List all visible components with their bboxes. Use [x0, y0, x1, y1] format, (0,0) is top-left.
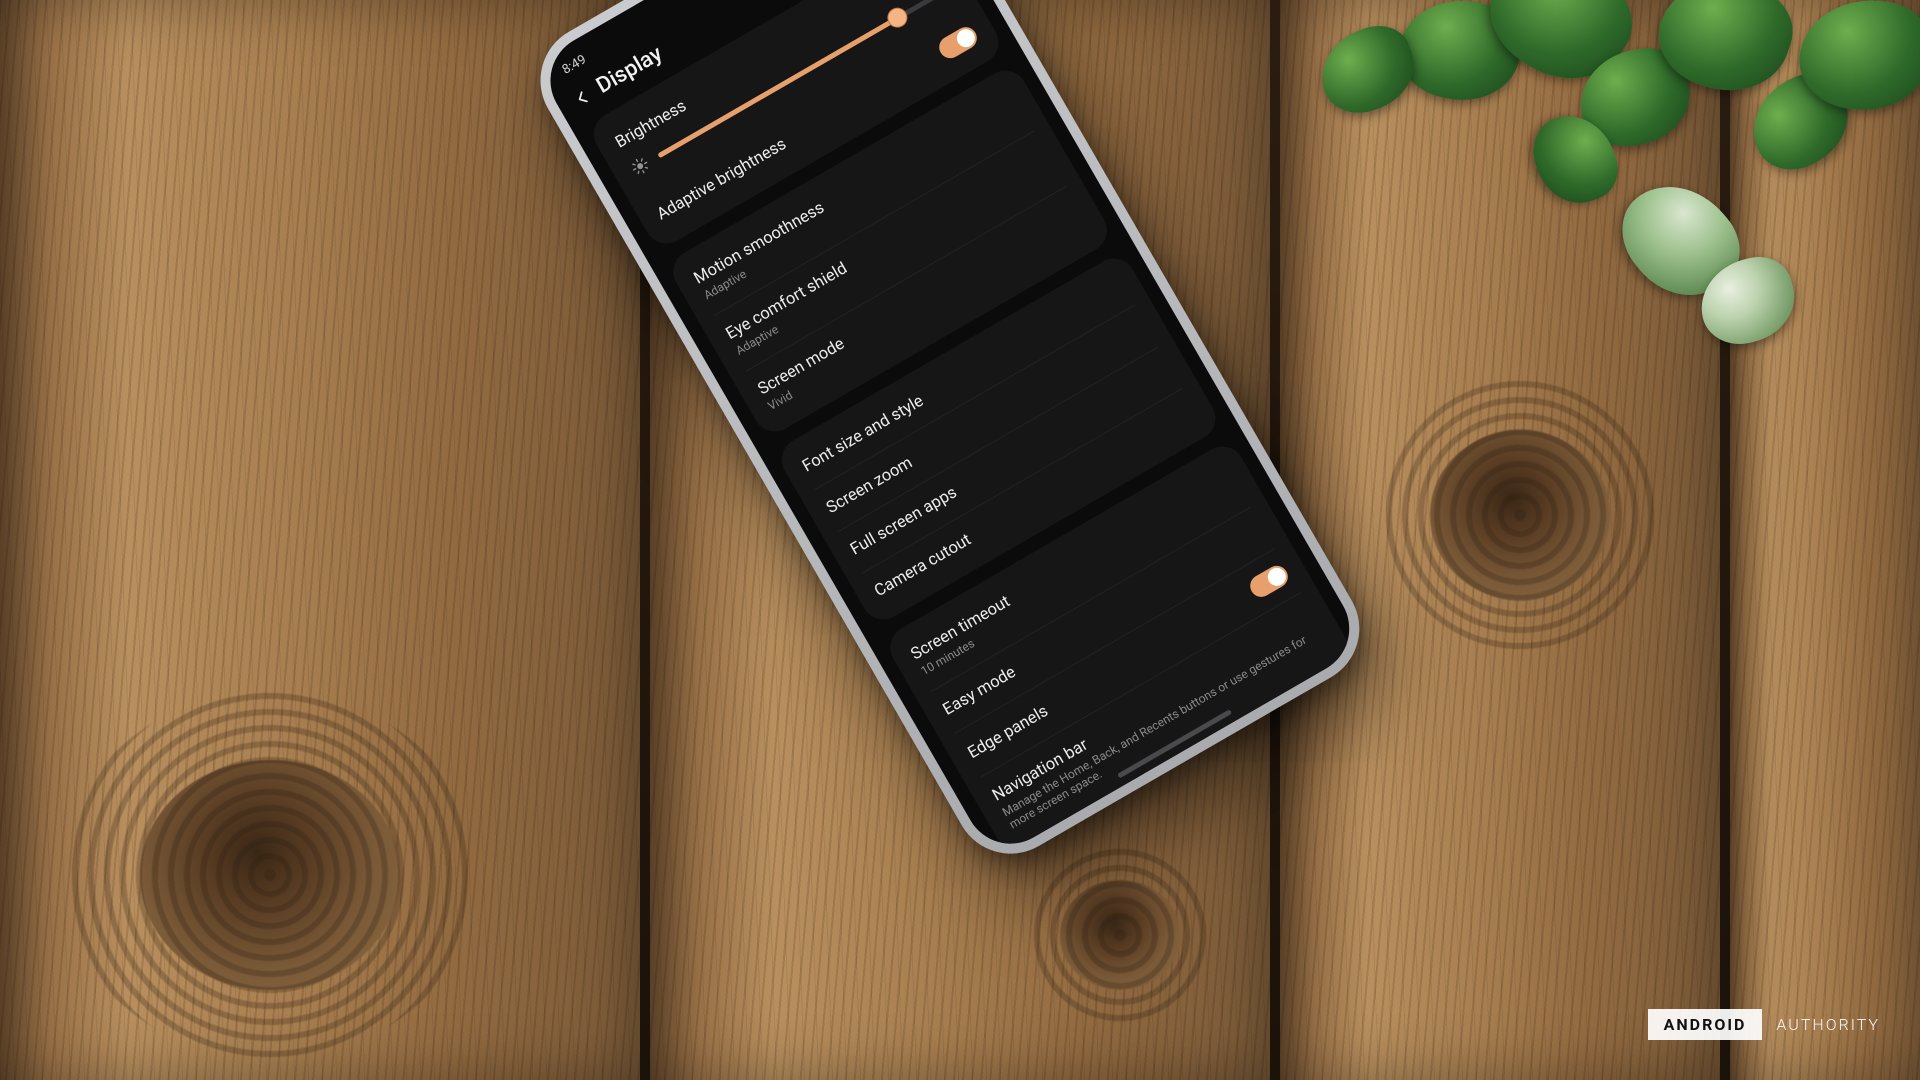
brightness-thumb[interactable] [883, 4, 910, 31]
watermark: ANDROID AUTHORITY [1648, 1009, 1880, 1040]
watermark-text: AUTHORITY [1776, 1015, 1880, 1034]
wood-knot [1060, 880, 1180, 990]
wood-knot [140, 760, 400, 990]
back-icon[interactable] [570, 85, 595, 110]
wood-plank [1730, 0, 1920, 1080]
sun-icon [628, 154, 653, 179]
photo-scene: 8:49 87% Display Brightne [0, 0, 1920, 1080]
watermark-box: ANDROID [1648, 1009, 1763, 1040]
wood-gap [1720, 0, 1730, 1080]
wood-knot [1430, 430, 1610, 600]
